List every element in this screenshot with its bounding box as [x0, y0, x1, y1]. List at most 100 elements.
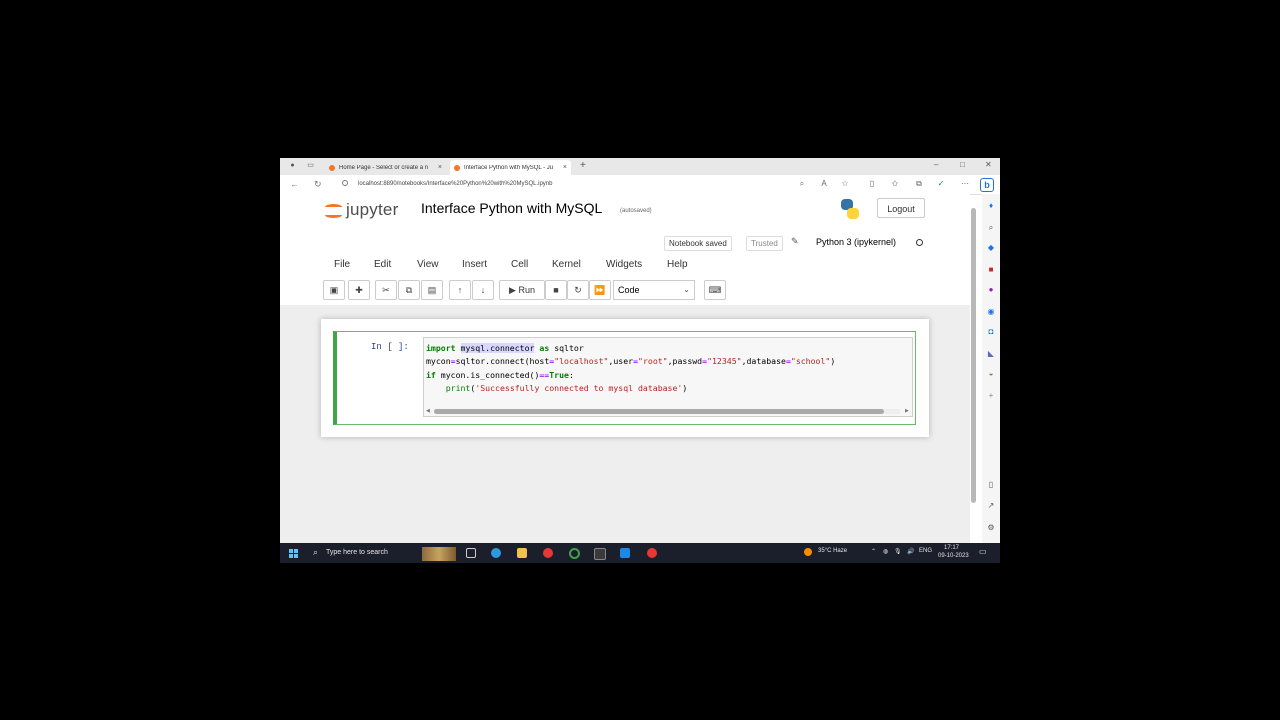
- language-indicator[interactable]: ENG: [919, 548, 932, 554]
- menu-file[interactable]: File: [334, 259, 350, 270]
- code-cell[interactable]: In [ ]: import mysql.connector as sqltor…: [333, 331, 916, 425]
- logout-button[interactable]: Logout: [877, 198, 925, 218]
- horizontal-scrollbar[interactable]: ◀ ▶: [426, 408, 910, 415]
- restart-run-all-button[interactable]: ⏩: [589, 280, 611, 300]
- close-tab-icon[interactable]: ×: [438, 164, 442, 171]
- kernel-name[interactable]: Python 3 (ipykernel): [816, 236, 896, 249]
- close-tab-icon[interactable]: ×: [563, 164, 567, 171]
- sidebar-tag-icon[interactable]: ◆: [987, 244, 995, 252]
- file-explorer-icon[interactable]: [517, 548, 527, 558]
- move-down-button[interactable]: ↓: [472, 280, 494, 300]
- favorite-star-icon[interactable]: ☆: [841, 180, 849, 188]
- sidebar-search-icon[interactable]: ⌕: [987, 224, 995, 232]
- edge-browser-icon[interactable]: [491, 548, 501, 558]
- taskbar-search-box[interactable]: ⌕ Type here to search: [309, 545, 464, 561]
- sidebar-external-icon[interactable]: ↗: [987, 502, 995, 510]
- zoom-icon[interactable]: ⌕: [798, 180, 806, 188]
- collections-icon[interactable]: ⧉: [915, 180, 923, 188]
- tab-home-page[interactable]: Home Page - Select or create a n ×: [325, 160, 446, 175]
- interrupt-button[interactable]: ■: [545, 280, 567, 300]
- sidebar-bag-icon[interactable]: ■: [987, 266, 995, 274]
- restart-button[interactable]: ↻: [567, 280, 589, 300]
- tray-chevron-icon[interactable]: ⌃: [871, 548, 876, 555]
- paste-button[interactable]: ▤: [421, 280, 443, 300]
- sidebar-settings-icon[interactable]: ⚙: [987, 524, 995, 532]
- app-red-icon[interactable]: [647, 548, 657, 558]
- insert-cell-button[interactable]: ✚: [348, 280, 370, 300]
- more-icon[interactable]: ⋯: [961, 180, 969, 188]
- chrome-icon[interactable]: [543, 548, 553, 558]
- tab-interface-python[interactable]: Interface Python with MySQL - Ju ×: [450, 160, 571, 175]
- favorites-icon[interactable]: ✩: [891, 180, 899, 188]
- code-text[interactable]: import mysql.connector as sqltor mycon=s…: [426, 342, 835, 395]
- command-palette-button[interactable]: ⌨: [704, 280, 726, 300]
- search-highlight-image: [422, 547, 456, 561]
- move-up-button[interactable]: ↑: [449, 280, 471, 300]
- sidebar-outlook-icon[interactable]: ◘: [987, 328, 995, 336]
- microphone-icon[interactable]: 🎙: [894, 548, 902, 555]
- plus-icon: ✚: [355, 285, 363, 295]
- menu-widgets[interactable]: Widgets: [606, 259, 642, 270]
- scroll-thumb[interactable]: [971, 208, 976, 503]
- info-icon[interactable]: [342, 180, 348, 186]
- sidebar-bell-icon[interactable]: ♦: [987, 202, 995, 210]
- menu-insert[interactable]: Insert: [462, 259, 487, 270]
- vertical-scrollbar[interactable]: [971, 198, 977, 508]
- app-circle-icon[interactable]: [569, 548, 580, 559]
- menu-kernel[interactable]: Kernel: [552, 259, 581, 270]
- scroll-thumb[interactable]: [434, 409, 884, 414]
- paste-icon: ▤: [427, 285, 437, 295]
- minimize-icon[interactable]: –: [934, 160, 938, 169]
- tab-actions-icon[interactable]: ▭: [306, 161, 315, 171]
- menu-edit[interactable]: Edit: [374, 259, 391, 270]
- run-button[interactable]: ▶ Run: [499, 280, 545, 300]
- sidebar-office-icon[interactable]: ◉: [987, 308, 995, 316]
- app-window-icon[interactable]: [620, 548, 630, 558]
- new-tab-icon[interactable]: +: [580, 160, 586, 171]
- extension-icon[interactable]: ✓: [937, 180, 945, 188]
- code-editor[interactable]: import mysql.connector as sqltor mycon=s…: [423, 337, 913, 417]
- volume-icon[interactable]: 🔊: [907, 548, 914, 555]
- sidebar-people-icon[interactable]: ●: [987, 286, 995, 294]
- windows-start-icon[interactable]: [289, 549, 298, 558]
- sidebar-drop-icon[interactable]: ◣: [987, 350, 995, 358]
- split-screen-icon[interactable]: ▯: [868, 180, 876, 188]
- notification-icon[interactable]: ▭: [979, 547, 987, 556]
- menu-cell[interactable]: Cell: [511, 259, 528, 270]
- windows-taskbar: ⌕ Type here to search 35°C Haze ⌃ ◍ 🎙 🔊 …: [280, 543, 1000, 563]
- maximize-icon[interactable]: □: [960, 160, 965, 169]
- window-close-icon[interactable]: ✕: [985, 160, 992, 169]
- profile-icon[interactable]: ●: [288, 161, 297, 171]
- play-icon: ▶: [509, 285, 516, 295]
- url-field[interactable]: localhost:8890/notebooks/Interface%20Pyt…: [358, 181, 552, 187]
- cell-type-select[interactable]: Code ⌄: [613, 280, 695, 300]
- copy-icon: ⧉: [405, 285, 413, 295]
- clock-time[interactable]: 17:17: [944, 545, 959, 551]
- cut-button[interactable]: ✂: [375, 280, 397, 300]
- back-icon[interactable]: ←: [290, 179, 299, 189]
- sidebar-add-icon[interactable]: +: [987, 392, 995, 400]
- save-button[interactable]: ▣: [323, 280, 345, 300]
- menu-help[interactable]: Help: [667, 259, 688, 270]
- network-icon[interactable]: ◍: [883, 548, 888, 555]
- notebook-title[interactable]: Interface Python with MySQL: [421, 200, 602, 216]
- trusted-button[interactable]: Trusted: [746, 236, 783, 251]
- tab-title: Home Page - Select or create a n: [339, 164, 429, 171]
- sidebar-layout-icon[interactable]: ▯: [987, 481, 995, 489]
- terminal-icon[interactable]: [594, 548, 606, 560]
- copy-button[interactable]: ⧉: [398, 280, 420, 300]
- jupyter-logo-icon: [325, 202, 342, 219]
- task-view-icon[interactable]: [466, 548, 476, 558]
- bing-icon[interactable]: b: [980, 178, 994, 192]
- notebook-toolbar: ▣ ✚ ✂ ⧉ ▤ ↑ ↓ ▶ Run ■ ↻ ⏩ Code ⌄ ⌨: [323, 279, 929, 301]
- scroll-right-icon[interactable]: ▶: [905, 408, 909, 414]
- sidebar-games-icon[interactable]: ◒: [987, 370, 995, 378]
- refresh-icon[interactable]: ↻: [314, 179, 322, 190]
- read-aloud-icon[interactable]: A: [820, 180, 828, 188]
- menu-view[interactable]: View: [417, 259, 439, 270]
- weather-text[interactable]: 35°C Haze: [818, 548, 847, 554]
- jupyter-logo[interactable]: jupyter: [325, 200, 398, 220]
- clock-date[interactable]: 09-10-2023: [938, 553, 969, 559]
- scroll-left-icon[interactable]: ◀: [426, 408, 430, 414]
- taskbar-search-placeholder: Type here to search: [326, 549, 388, 556]
